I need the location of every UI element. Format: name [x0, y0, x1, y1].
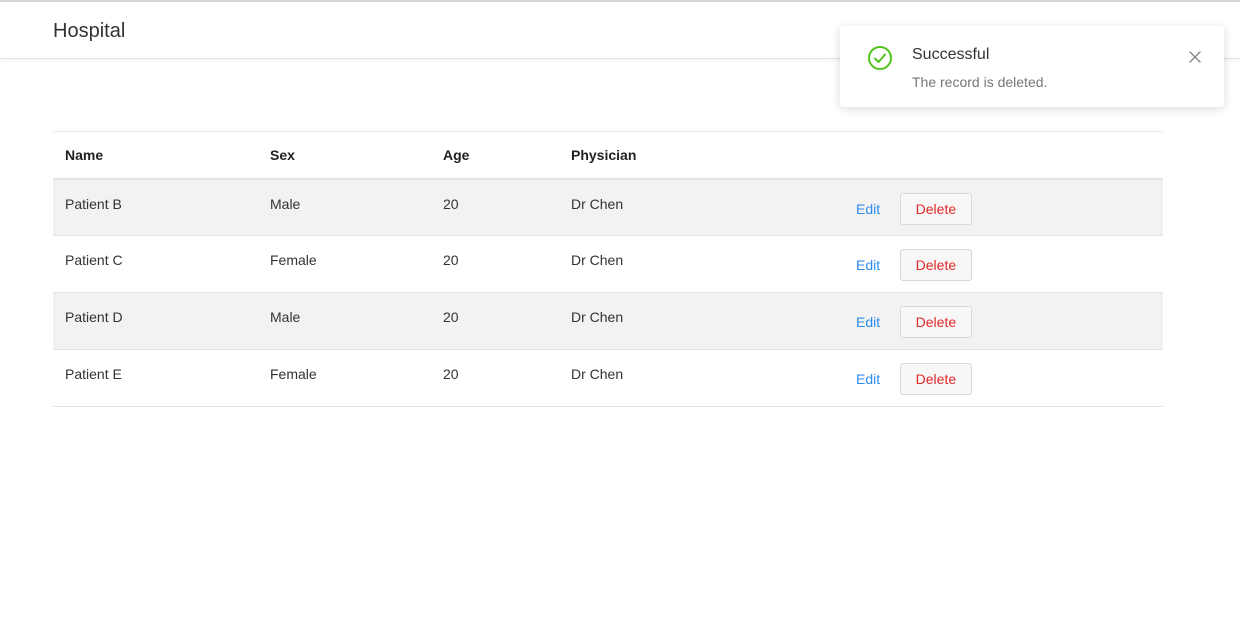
cell-sex: Male [270, 309, 301, 325]
cell-age: 20 [443, 252, 459, 268]
edit-link[interactable]: Edit [856, 314, 896, 330]
delete-button[interactable]: Delete [899, 249, 972, 281]
patients-table: Name Sex Age Physician Patient B Male 20… [53, 131, 1163, 407]
column-header-age: Age [443, 146, 470, 163]
cell-age: 20 [443, 309, 459, 325]
edit-link[interactable]: Edit [856, 371, 896, 387]
table-header-row: Name Sex Age Physician [53, 131, 1163, 179]
cell-actions: Edit Delete [792, 179, 1163, 236]
column-header-physician: Physician [571, 146, 637, 163]
column-header-actions [792, 132, 1163, 179]
table-row: Patient D Male 20 Dr Chen Edit Delete [53, 292, 1163, 350]
success-notification: Successful The record is deleted. [840, 26, 1224, 107]
cell-physician: Dr Chen [571, 309, 624, 325]
cell-actions: Edit Delete [792, 236, 1163, 293]
app-title: Hospital [53, 20, 126, 42]
column-header-name: Name [65, 146, 104, 163]
column-header-sex: Sex [270, 146, 295, 163]
cell-name: Patient E [65, 366, 122, 382]
table-row: Patient B Male 20 Dr Chen Edit Delete [53, 178, 1163, 236]
delete-button[interactable]: Delete [899, 192, 972, 225]
edit-link[interactable]: Edit [856, 201, 896, 217]
cell-name: Patient B [65, 195, 122, 212]
cell-physician: Dr Chen [571, 195, 624, 212]
cell-physician: Dr Chen [571, 366, 624, 382]
cell-actions: Edit Delete [792, 293, 1163, 350]
cell-sex: Male [270, 195, 301, 212]
delete-button[interactable]: Delete [899, 306, 972, 338]
patients-table-container: Name Sex Age Physician Patient B Male 20… [53, 131, 1163, 407]
cell-age: 20 [443, 366, 459, 382]
check-circle-icon [867, 45, 893, 71]
cell-sex: Female [270, 252, 317, 268]
close-icon[interactable] [1187, 49, 1203, 65]
cell-name: Patient C [65, 252, 123, 268]
cell-name: Patient D [65, 309, 123, 325]
table-row: Patient C Female 20 Dr Chen Edit Delete [53, 236, 1163, 293]
cell-age: 20 [443, 195, 459, 212]
edit-link[interactable]: Edit [856, 257, 896, 273]
delete-button[interactable]: Delete [899, 363, 972, 395]
notification-message: The record is deleted. [912, 74, 1048, 90]
table-row: Patient E Female 20 Dr Chen Edit Delete [53, 350, 1163, 407]
cell-actions: Edit Delete [792, 350, 1163, 407]
cell-physician: Dr Chen [571, 252, 624, 268]
notification-title: Successful [912, 46, 990, 63]
cell-sex: Female [270, 366, 317, 382]
